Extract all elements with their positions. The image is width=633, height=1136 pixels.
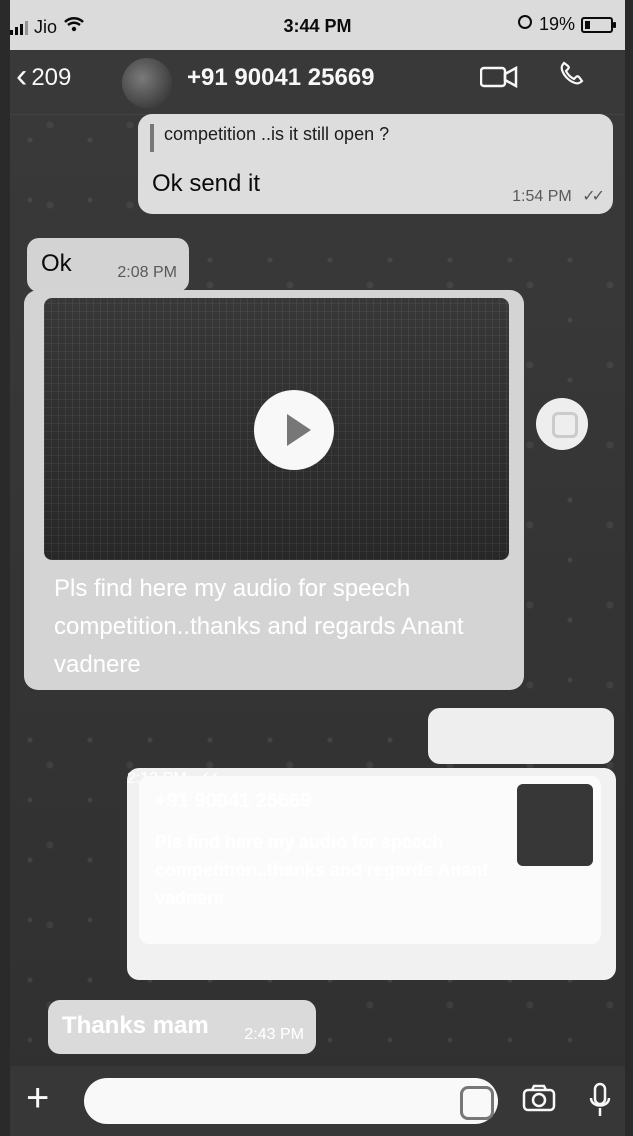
unread-count: 209 xyxy=(31,63,72,91)
message-time: 1:54 PM ✓✓ xyxy=(512,186,605,206)
message-incoming-thanks[interactable]: Thanks mam 2:43 PM xyxy=(48,1000,316,1054)
battery-percent: 19% xyxy=(538,14,575,34)
quoted-thumbnail xyxy=(517,784,593,866)
alarm-icon xyxy=(517,14,533,35)
status-right: 19% xyxy=(517,14,616,35)
message-outgoing-faint[interactable] xyxy=(428,708,614,764)
quoted-message[interactable]: +91 90041 25669 Pls find here my audio f… xyxy=(139,776,601,944)
message-time-text: 1:54 PM xyxy=(512,188,572,205)
forward-icon[interactable] xyxy=(536,398,588,450)
camera-icon[interactable] xyxy=(522,1084,556,1112)
contact-avatar[interactable] xyxy=(122,58,172,108)
chat-screen: Jio 3:44 PM 19% ‹ 209 +91 90041 25669 co… xyxy=(10,0,625,1136)
message-time: 2:43 PM xyxy=(244,1026,304,1043)
contact-name[interactable]: +91 90041 25669 xyxy=(187,64,375,92)
message-input[interactable] xyxy=(84,1078,498,1124)
sticker-icon[interactable] xyxy=(460,1086,494,1120)
message-time: 2:08 PM xyxy=(117,264,177,281)
message-outgoing-quote[interactable]: +91 90041 25669 Pls find here my audio f… xyxy=(127,768,616,980)
quoted-text: Pls find here my audio for speech compet… xyxy=(155,832,489,908)
message-incoming-ok[interactable]: Ok 2:08 PM xyxy=(27,238,189,292)
battery-icon xyxy=(581,16,616,33)
back-chevron-icon: ‹ xyxy=(16,57,28,95)
video-call-icon[interactable] xyxy=(479,64,518,90)
message-text: Ok send it xyxy=(152,170,261,197)
back-button[interactable]: ‹ 209 xyxy=(16,57,72,95)
reply-preview: competition ..is it still open ? xyxy=(150,124,601,152)
attach-plus-icon[interactable]: + xyxy=(26,1076,49,1121)
status-bar: Jio 3:44 PM 19% xyxy=(10,0,625,50)
message-incoming-video[interactable]: Pls find here my audio for speech compet… xyxy=(24,290,524,690)
play-icon[interactable] xyxy=(254,390,334,470)
message-outgoing-1[interactable]: competition ..is it still open ? Ok send… xyxy=(138,114,613,214)
chat-header: ‹ 209 +91 90041 25669 xyxy=(10,50,625,114)
input-bar: + xyxy=(10,1066,625,1136)
phone-call-icon[interactable] xyxy=(555,60,585,90)
message-text: Thanks mam xyxy=(62,1012,209,1039)
microphone-icon[interactable] xyxy=(586,1082,614,1118)
video-caption: Pls find here my audio for speech compet… xyxy=(54,575,464,678)
message-text: Ok xyxy=(41,250,72,277)
quoted-sender: +91 90041 25669 xyxy=(155,790,312,812)
reply-preview-text: competition ..is it still open ? xyxy=(164,124,390,144)
video-thumbnail[interactable] xyxy=(44,298,509,560)
read-receipt-icon: ✓✓ xyxy=(582,188,605,205)
